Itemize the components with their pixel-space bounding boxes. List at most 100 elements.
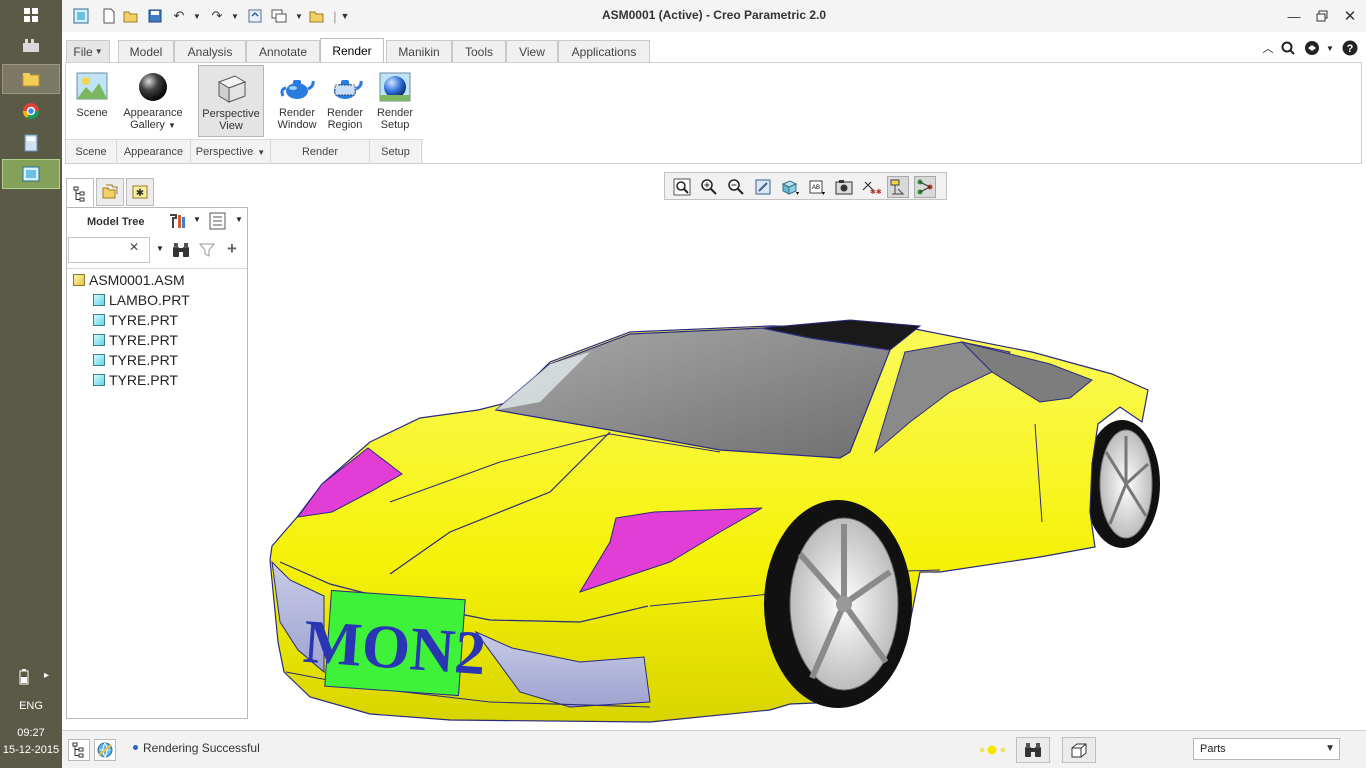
display-style-icon[interactable]: ▾ (779, 176, 801, 198)
tab-model-tree[interactable] (66, 178, 94, 208)
annotation-display-icon[interactable] (887, 176, 909, 198)
tab-label: Tools (464, 44, 493, 59)
svg-text:▾: ▾ (822, 191, 825, 196)
group-label: Perspective (195, 146, 254, 158)
regeneration-status-icon[interactable] (978, 744, 1008, 756)
restore-icon[interactable] (1308, 6, 1336, 26)
render-region-button[interactable]: Render Region (322, 65, 368, 137)
folder-browser-icon (102, 184, 118, 199)
clock-time[interactable]: 09:27 (0, 727, 62, 739)
tree-item-label: TYRE.PRT (109, 352, 178, 368)
button-label: View (219, 120, 243, 132)
help-icon[interactable]: ? (1340, 38, 1360, 58)
battery-button[interactable] (4, 662, 44, 692)
tree-item-part[interactable]: LAMBO.PRT (93, 290, 190, 310)
search-dropdown-icon[interactable]: ▼ (156, 244, 164, 253)
group-setup: Setup (370, 140, 422, 164)
minimize-ribbon-icon[interactable]: ︿ (1258, 38, 1278, 58)
selection-box-button[interactable] (1062, 737, 1096, 763)
community-icon[interactable] (1302, 38, 1322, 58)
taskbar-app-creo[interactable] (2, 159, 60, 189)
tab-tools[interactable]: Tools (452, 40, 506, 62)
car-model-render[interactable]: MON2 (250, 202, 1364, 730)
language-indicator[interactable]: ENG (0, 700, 62, 712)
tab-label: Analysis (187, 44, 233, 59)
graphics-window[interactable]: MON2 (250, 202, 1364, 730)
find-binoculars-icon[interactable] (171, 241, 191, 262)
tab-annotate[interactable]: Annotate (246, 40, 320, 62)
search-icon[interactable] (1278, 38, 1298, 58)
tab-file[interactable]: File ▼ (66, 40, 110, 62)
clock-date[interactable]: 15-12-2015 (0, 744, 62, 756)
refit-icon[interactable] (671, 176, 693, 198)
community-dropdown-icon[interactable]: ▼ (1320, 38, 1340, 58)
teapot-region-icon (334, 80, 363, 99)
part-icon (93, 314, 105, 326)
clear-search-icon[interactable]: ✕ (129, 240, 139, 254)
tab-folder-browser[interactable] (96, 178, 124, 206)
tree-item-part[interactable]: TYRE.PRT (93, 370, 178, 390)
find-button[interactable] (1016, 737, 1050, 763)
show-dropdown-icon[interactable]: ▼ (235, 215, 243, 224)
zoom-out-icon[interactable] (725, 176, 747, 198)
render-setup-button[interactable]: Render Setup (372, 65, 418, 137)
tab-analysis[interactable]: Analysis (174, 40, 246, 62)
tray-expand-icon[interactable]: ▸ (44, 670, 49, 681)
close-icon[interactable]: ✕ (1336, 6, 1364, 26)
tree-divider (67, 268, 247, 269)
svg-text:AB: AB (812, 185, 820, 191)
toggle-navigator-button[interactable] (68, 739, 90, 761)
teapot-icon (280, 80, 315, 99)
filter-icon[interactable] (198, 242, 216, 261)
windows-logo-icon (24, 8, 38, 22)
selection-filter-value: Parts (1200, 743, 1226, 755)
tree-item-part[interactable]: TYRE.PRT (93, 330, 178, 350)
tree-settings-icon[interactable] (167, 212, 187, 233)
tab-render[interactable]: Render (320, 38, 384, 62)
group-appearance: Appearance (117, 140, 191, 164)
start-button[interactable] (2, 0, 60, 30)
view-manager-icon[interactable] (833, 176, 855, 198)
tree-item-assembly[interactable]: ASM0001.ASM (73, 270, 185, 290)
tab-manikin[interactable]: Manikin (386, 40, 452, 62)
tree-item-label: ASM0001.ASM (89, 272, 185, 288)
scene-button[interactable]: Scene (70, 65, 114, 137)
tree-settings-dropdown-icon[interactable]: ▼ (193, 215, 201, 224)
taskbar-app-factory[interactable] (2, 30, 60, 60)
show-list-icon[interactable] (209, 212, 227, 233)
favorites-icon: ✱ (132, 185, 148, 199)
spin-center-icon[interactable] (914, 176, 936, 198)
perspective-view-button[interactable]: Perspective View (198, 65, 264, 137)
selection-filter-select[interactable]: Parts ▼ (1193, 738, 1340, 760)
ribbon-tabs: File ▼ Model Analysis Annotate Render Ma… (62, 38, 1366, 62)
ribbon-group-labels: Scene Appearance Perspective ▼ Render Se… (66, 139, 423, 164)
tree-item-part[interactable]: TYRE.PRT (93, 310, 178, 330)
datum-display-icon[interactable]: ✱✱ (860, 176, 882, 198)
group-perspective[interactable]: Perspective ▼ (191, 140, 271, 164)
creo-icon (22, 166, 40, 182)
scene-icon (76, 72, 108, 100)
license-plate-text: MON2 (301, 608, 488, 689)
taskbar-app-chrome[interactable] (2, 96, 60, 126)
tab-model[interactable]: Model (118, 40, 174, 62)
chevron-down-icon: ▼ (167, 121, 176, 130)
zoom-in-icon[interactable] (698, 176, 720, 198)
tab-applications[interactable]: Applications (558, 40, 650, 62)
tree-item-part[interactable]: TYRE.PRT (93, 350, 178, 370)
minimize-icon[interactable]: — (1280, 6, 1308, 26)
model-tree-header: Model Tree ▼ ▼ (67, 208, 247, 236)
tree-item-label: TYRE.PRT (109, 332, 178, 348)
model-tree-panel: Model Tree ▼ ▼ ✕ ▼ + ASM0001.ASM LAMBO.P… (66, 207, 248, 719)
taskbar-app-calculator[interactable] (2, 128, 60, 158)
render-window-button[interactable]: Render Window (274, 65, 320, 137)
repaint-icon[interactable] (752, 176, 774, 198)
appearance-gallery-button[interactable]: Appearance Gallery ▼ (118, 65, 188, 137)
part-icon (93, 334, 105, 346)
tab-label: Model (129, 44, 163, 59)
add-column-icon[interactable]: + (227, 239, 237, 259)
saved-orientations-icon[interactable]: AB ▾ (806, 176, 828, 198)
tab-favorites[interactable]: ✱ (126, 178, 154, 206)
toggle-browser-button[interactable] (94, 739, 116, 761)
tab-view[interactable]: View (506, 40, 558, 62)
taskbar-app-explorer[interactable] (2, 64, 60, 94)
